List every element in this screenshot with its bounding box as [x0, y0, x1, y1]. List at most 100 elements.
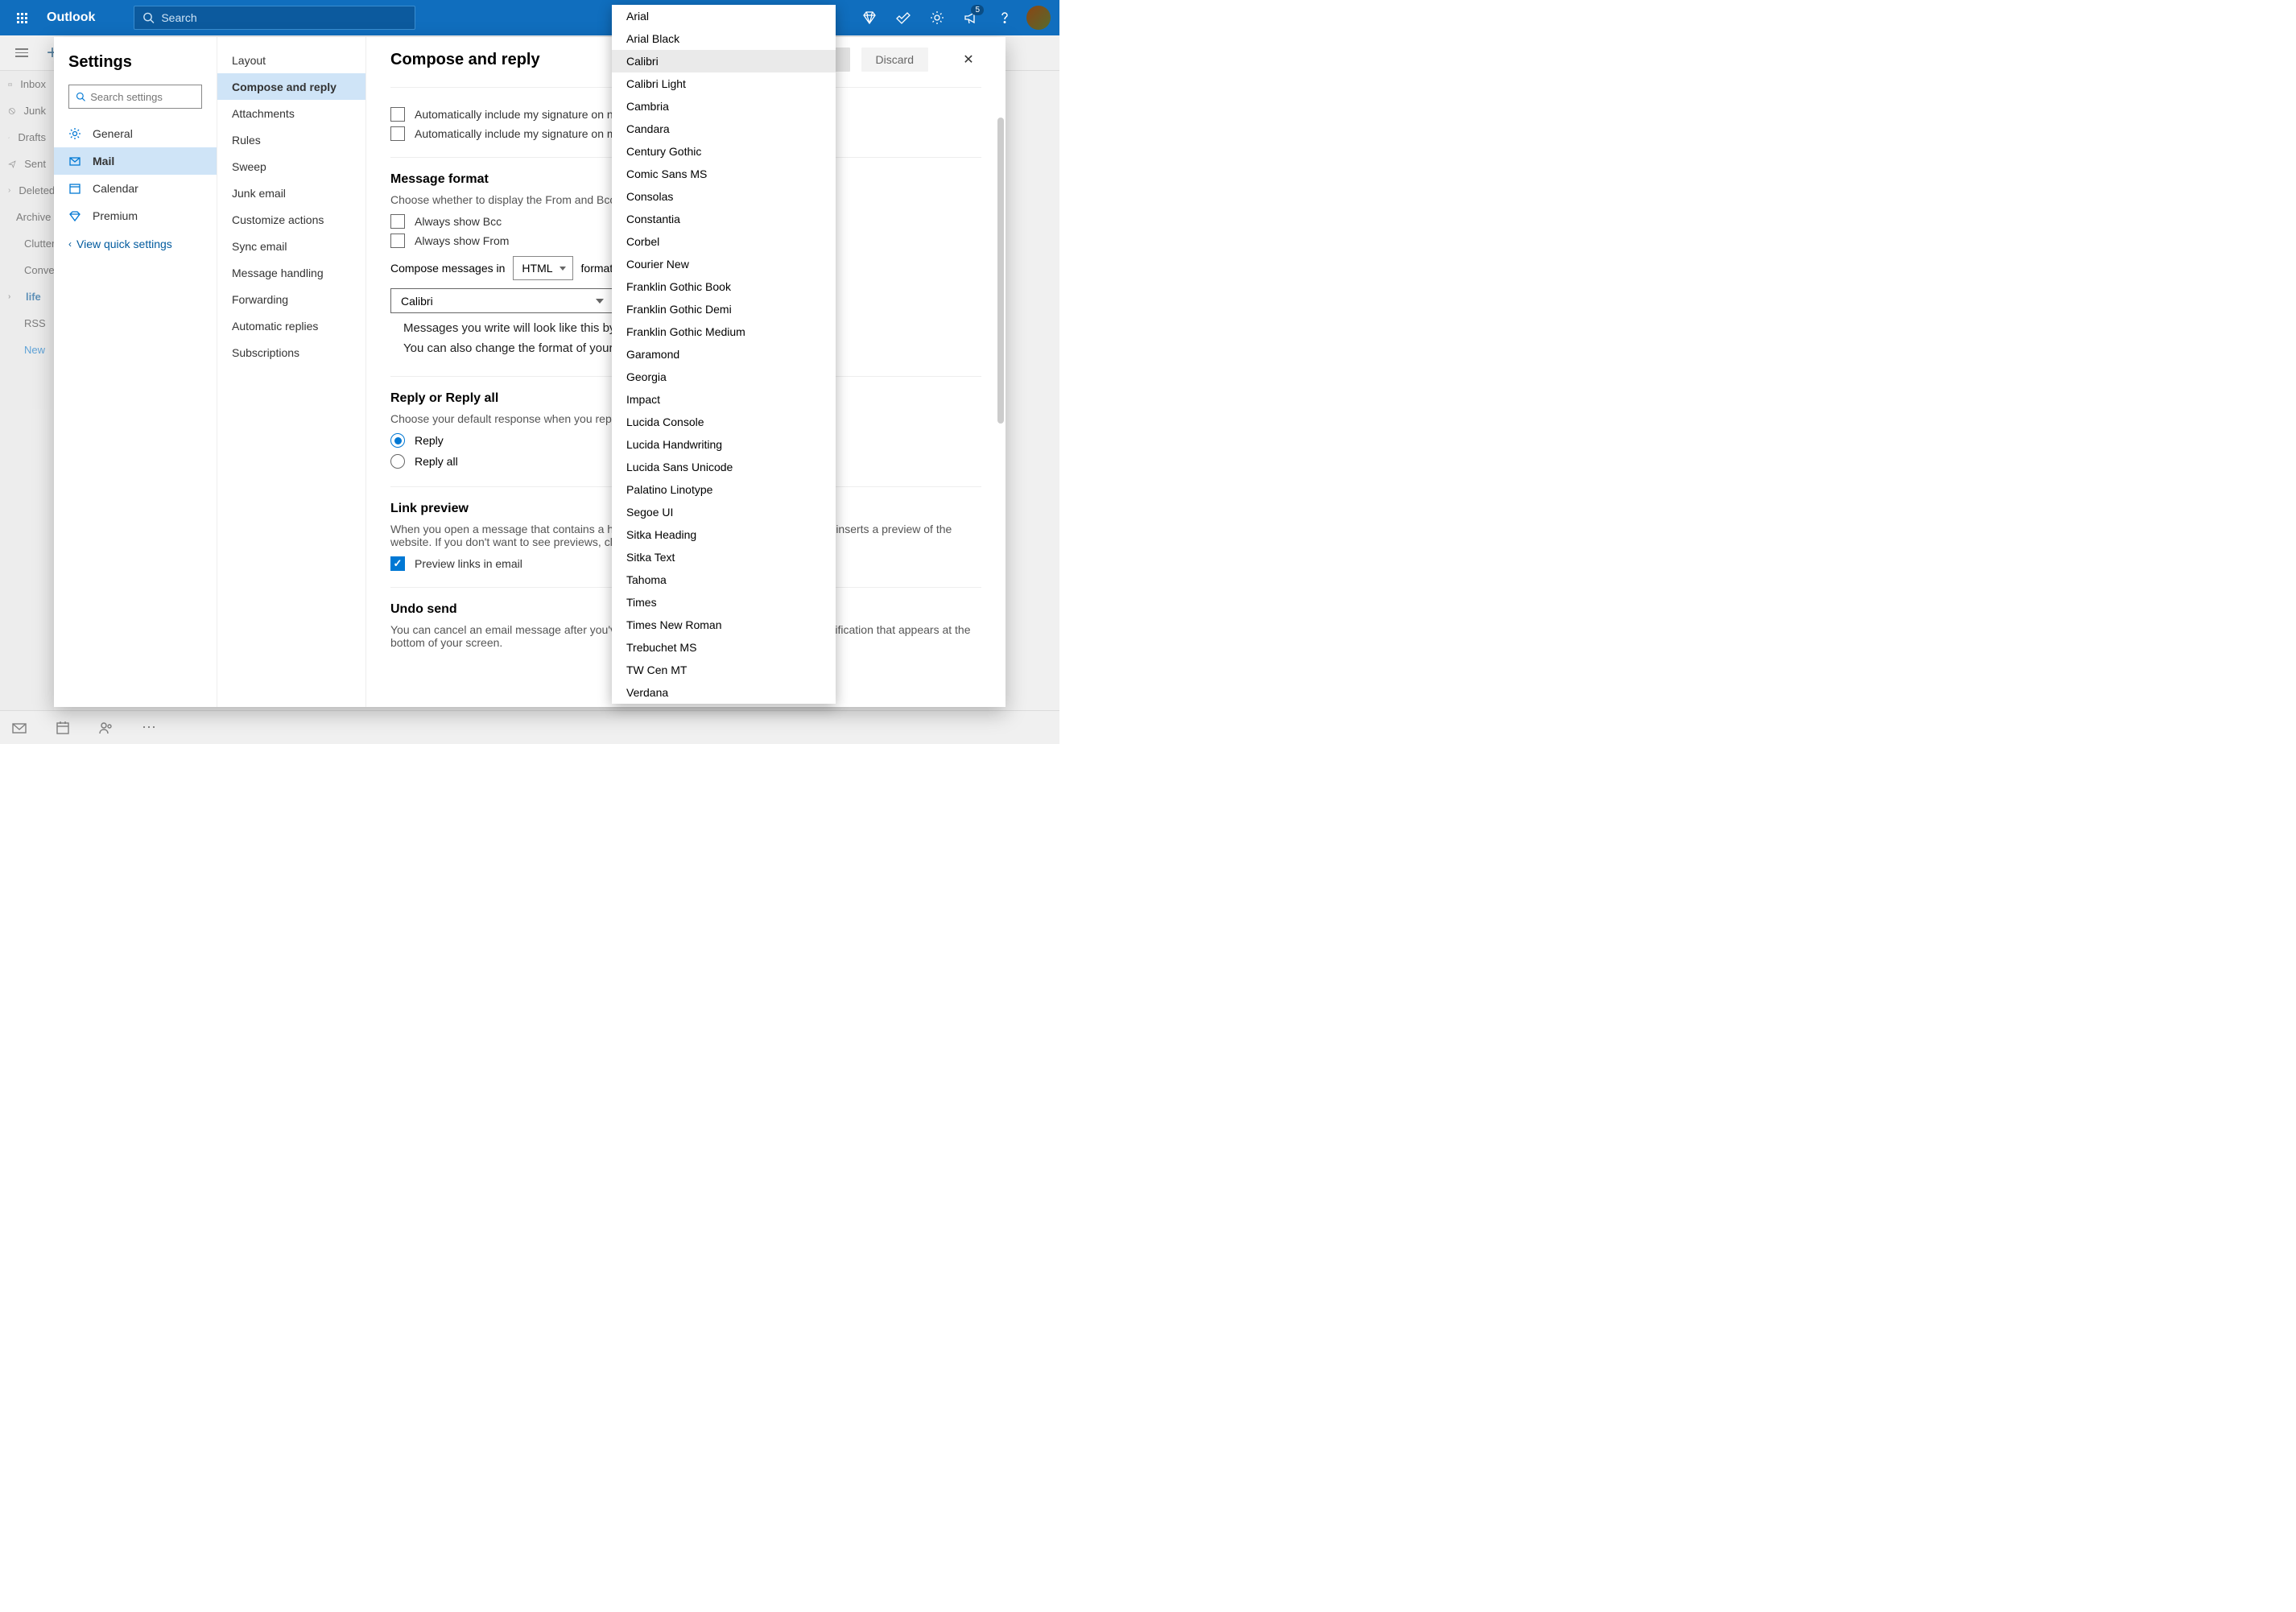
module-switcher: ⋯: [0, 710, 1059, 744]
font-option[interactable]: Corbel: [612, 230, 836, 253]
category-calendar[interactable]: Calendar: [54, 175, 217, 202]
nav-archive[interactable]: Archive: [0, 204, 54, 230]
settings-gear-icon[interactable]: [923, 3, 952, 32]
nav-life[interactable]: ›life: [0, 283, 54, 310]
sub-attachments[interactable]: Attachments: [217, 100, 365, 126]
diamond-icon[interactable]: [855, 3, 884, 32]
nav-drafts[interactable]: Drafts: [0, 124, 54, 151]
people-module-icon[interactable]: [98, 720, 114, 736]
preview-links-checkbox[interactable]: [390, 556, 405, 571]
search-box[interactable]: [134, 6, 415, 30]
reply-label: Reply: [415, 434, 444, 447]
font-select[interactable]: Calibri: [390, 288, 614, 313]
font-option[interactable]: Lucida Sans Unicode: [612, 456, 836, 478]
sub-compose-reply[interactable]: Compose and reply: [217, 73, 365, 100]
font-option[interactable]: Times: [612, 591, 836, 614]
settings-search[interactable]: [68, 85, 202, 109]
font-option[interactable]: Cambria: [612, 95, 836, 118]
font-option[interactable]: TW Cen MT: [612, 659, 836, 681]
search-icon: [76, 91, 85, 102]
app-launcher-icon[interactable]: [6, 2, 37, 33]
more-icon[interactable]: ⋯: [142, 719, 156, 736]
font-option[interactable]: Arial: [612, 5, 836, 27]
nav-clutter[interactable]: Clutter: [0, 230, 54, 257]
avatar[interactable]: [1024, 3, 1053, 32]
font-option[interactable]: Franklin Gothic Medium: [612, 320, 836, 343]
font-option[interactable]: Candara: [612, 118, 836, 140]
nav-inbox[interactable]: Inbox: [0, 71, 54, 97]
font-option[interactable]: Times New Roman: [612, 614, 836, 636]
settings-categories: Settings General Mail Calendar Premium ‹…: [54, 37, 217, 707]
search-input[interactable]: [161, 11, 407, 24]
top-bar: Outlook 5: [0, 0, 1059, 35]
font-option[interactable]: Arial Black: [612, 27, 836, 50]
font-option[interactable]: Constantia: [612, 208, 836, 230]
nav-deleted[interactable]: ›Deleted: [0, 177, 54, 204]
reply-all-radio[interactable]: [390, 454, 405, 469]
scrollbar-thumb[interactable]: [997, 118, 1004, 424]
sub-junk[interactable]: Junk email: [217, 180, 365, 206]
font-option[interactable]: Trebuchet MS: [612, 636, 836, 659]
sub-sweep[interactable]: Sweep: [217, 153, 365, 180]
font-dropdown-list[interactable]: ArialArial BlackCalibriCalibri LightCamb…: [612, 5, 836, 704]
font-option[interactable]: Garamond: [612, 343, 836, 366]
sub-forwarding[interactable]: Forwarding: [217, 286, 365, 312]
font-option[interactable]: Franklin Gothic Book: [612, 275, 836, 298]
font-option[interactable]: Palatino Linotype: [612, 478, 836, 501]
font-option[interactable]: Comic Sans MS: [612, 163, 836, 185]
font-option[interactable]: Impact: [612, 388, 836, 411]
show-bcc-checkbox[interactable]: [390, 214, 405, 229]
settings-modal: Settings General Mail Calendar Premium ‹…: [54, 37, 1006, 707]
font-option[interactable]: Consolas: [612, 185, 836, 208]
font-option[interactable]: Franklin Gothic Demi: [612, 298, 836, 320]
font-option[interactable]: Lucida Console: [612, 411, 836, 433]
nav-conversation[interactable]: Conversation: [0, 257, 54, 283]
calendar-module-icon[interactable]: [55, 720, 71, 736]
nav-junk[interactable]: Junk: [0, 97, 54, 124]
megaphone-icon[interactable]: 5: [956, 3, 985, 32]
hamburger-icon[interactable]: [10, 48, 34, 57]
folder-nav: Inbox Junk Drafts Sent ›Deleted Archive …: [0, 71, 54, 710]
reply-radio[interactable]: [390, 433, 405, 448]
sub-message-handling[interactable]: Message handling: [217, 259, 365, 286]
settings-search-input[interactable]: [90, 91, 195, 103]
sub-subscriptions[interactable]: Subscriptions: [217, 339, 365, 366]
show-from-label: Always show From: [415, 234, 509, 247]
close-icon[interactable]: ✕: [956, 47, 981, 72]
sub-auto-replies[interactable]: Automatic replies: [217, 312, 365, 339]
discard-button[interactable]: Discard: [861, 48, 928, 72]
notification-badge: 5: [971, 5, 984, 15]
compose-format-select[interactable]: HTML: [513, 256, 572, 280]
mail-module-icon[interactable]: [11, 720, 27, 736]
font-option[interactable]: Sitka Heading: [612, 523, 836, 546]
font-option[interactable]: Sitka Text: [612, 546, 836, 568]
checkmark-icon[interactable]: [889, 3, 918, 32]
help-icon[interactable]: [990, 3, 1019, 32]
font-option[interactable]: Verdana: [612, 681, 836, 704]
sub-rules[interactable]: Rules: [217, 126, 365, 153]
font-option[interactable]: Tahoma: [612, 568, 836, 591]
show-from-checkbox[interactable]: [390, 234, 405, 248]
font-option[interactable]: Lucida Handwriting: [612, 433, 836, 456]
sub-layout[interactable]: Layout: [217, 47, 365, 73]
category-premium[interactable]: Premium: [54, 202, 217, 229]
font-option[interactable]: Georgia: [612, 366, 836, 388]
nav-new[interactable]: New: [0, 337, 54, 363]
font-option[interactable]: Courier New: [612, 253, 836, 275]
page-title: Compose and reply: [390, 51, 540, 69]
font-option[interactable]: Calibri Light: [612, 72, 836, 95]
font-option[interactable]: Segoe UI: [612, 501, 836, 523]
category-general[interactable]: General: [54, 120, 217, 147]
nav-sent[interactable]: Sent: [0, 151, 54, 177]
sub-customize-actions[interactable]: Customize actions: [217, 206, 365, 233]
category-mail[interactable]: Mail: [54, 147, 217, 175]
compose-in-pre: Compose messages in: [390, 262, 505, 275]
sub-sync-email[interactable]: Sync email: [217, 233, 365, 259]
font-option[interactable]: Calibri: [612, 50, 836, 72]
sig-new-checkbox[interactable]: [390, 107, 405, 122]
nav-rss[interactable]: RSS: [0, 310, 54, 337]
quick-settings-link[interactable]: ‹View quick settings: [54, 233, 217, 255]
show-bcc-label: Always show Bcc: [415, 215, 502, 228]
sig-reply-checkbox[interactable]: [390, 126, 405, 141]
font-option[interactable]: Century Gothic: [612, 140, 836, 163]
